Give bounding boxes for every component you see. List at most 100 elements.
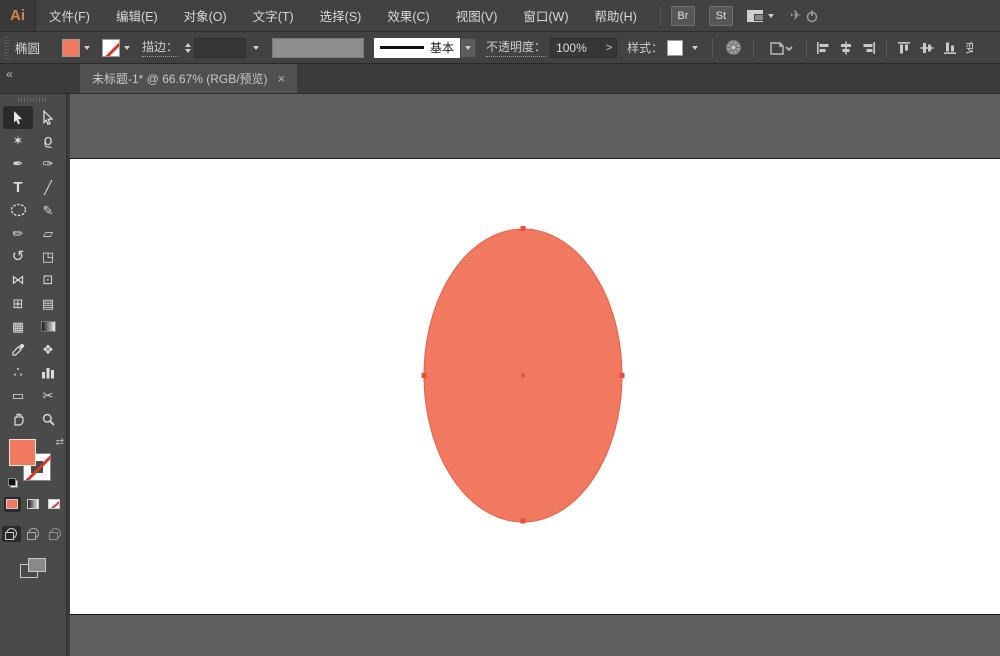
blob-brush-tool[interactable]: ✑ bbox=[33, 152, 63, 175]
menu-select[interactable]: 选择(S) bbox=[307, 0, 375, 31]
eraser-tool[interactable]: ▱ bbox=[33, 222, 63, 245]
stroke-style-preview[interactable]: 基本 bbox=[374, 38, 460, 58]
magic-wand-tool[interactable]: ✶ bbox=[3, 129, 33, 152]
transform-link-clipped[interactable]: 变换 bbox=[965, 39, 973, 56]
menu-edit[interactable]: 编辑(E) bbox=[103, 0, 171, 31]
symbol-sprayer-tool[interactable]: ∴ bbox=[3, 361, 33, 384]
column-graph-tool[interactable] bbox=[33, 361, 63, 384]
selection-tool[interactable] bbox=[3, 106, 33, 129]
perspective-grid-tool[interactable]: ▤ bbox=[33, 292, 63, 315]
stroke-none-swatch[interactable] bbox=[102, 39, 120, 57]
menu-help[interactable]: 帮助(H) bbox=[582, 0, 650, 31]
fill-swatch[interactable] bbox=[62, 39, 80, 57]
menu-file[interactable]: 文件(F) bbox=[36, 0, 103, 31]
graphic-style-dropdown[interactable] bbox=[687, 38, 703, 58]
draw-behind-button[interactable] bbox=[24, 526, 43, 542]
menu-window[interactable]: 窗口(W) bbox=[510, 0, 581, 31]
fill-indicator[interactable] bbox=[9, 439, 36, 466]
shape-builder-tool[interactable]: ⊞ bbox=[3, 292, 33, 315]
draw-normal-button[interactable] bbox=[2, 526, 21, 542]
direct-selection-tool[interactable] bbox=[33, 106, 63, 129]
stroke-weight-stepper[interactable] bbox=[185, 43, 191, 53]
lasso-tool[interactable]: ϱ bbox=[33, 129, 63, 152]
hand-tool[interactable] bbox=[3, 407, 33, 430]
blend-tool[interactable]: ❖ bbox=[33, 338, 63, 361]
menu-view[interactable]: 视图(V) bbox=[443, 0, 511, 31]
anchor-right[interactable] bbox=[620, 373, 625, 378]
graphic-style-swatch[interactable] bbox=[667, 40, 683, 56]
pencil-tool[interactable]: ✏ bbox=[3, 222, 33, 245]
divider bbox=[712, 38, 713, 58]
stroke-style-dropdown[interactable] bbox=[460, 38, 476, 58]
eyedropper-icon bbox=[12, 343, 25, 356]
pen-tool[interactable]: ✒ bbox=[3, 152, 33, 175]
power-icon[interactable] bbox=[805, 9, 819, 23]
gradient-swatch-icon bbox=[27, 499, 39, 509]
opacity-label[interactable]: 不透明度： bbox=[486, 38, 546, 57]
rotate-tool[interactable]: ↺ bbox=[3, 245, 33, 268]
hand-icon bbox=[11, 412, 25, 426]
artwork-layer bbox=[70, 94, 1000, 656]
width-tool[interactable]: ⋈ bbox=[3, 268, 33, 291]
recolor-artwork-button[interactable] bbox=[722, 37, 744, 59]
workspace-switcher[interactable] bbox=[747, 10, 774, 22]
stroke-weight-label[interactable]: 描边： bbox=[142, 38, 178, 57]
align-right-icon[interactable] bbox=[862, 41, 876, 55]
change-screen-mode-button[interactable] bbox=[20, 558, 46, 578]
fill-color-control[interactable] bbox=[62, 39, 96, 57]
stroke-weight-dropdown[interactable] bbox=[248, 38, 264, 58]
center-point-marker[interactable] bbox=[521, 374, 525, 378]
align-left-icon[interactable] bbox=[816, 41, 830, 55]
anchor-bottom[interactable] bbox=[521, 519, 526, 524]
menu-effect[interactable]: 效果(C) bbox=[374, 0, 442, 31]
ellipse-tool[interactable] bbox=[3, 199, 33, 222]
isolate-object-button[interactable] bbox=[763, 37, 797, 59]
gradient-tool[interactable] bbox=[33, 315, 63, 338]
app-logo[interactable]: Ai bbox=[0, 0, 36, 31]
align-bottom-icon[interactable] bbox=[943, 41, 957, 55]
gradient-mode-button[interactable] bbox=[25, 497, 42, 512]
opacity-expand-button[interactable]: > bbox=[602, 38, 617, 58]
draw-inside-button[interactable] bbox=[46, 526, 65, 542]
stroke-weight-input[interactable] bbox=[194, 38, 246, 58]
chevron-down-icon[interactable] bbox=[124, 46, 130, 50]
chevron-down-icon[interactable] bbox=[84, 46, 90, 50]
eyedropper-tool[interactable] bbox=[3, 338, 33, 361]
zoom-tool[interactable] bbox=[33, 407, 63, 430]
type-tool[interactable]: T bbox=[3, 176, 33, 199]
default-fill-stroke-icon[interactable] bbox=[8, 478, 18, 488]
dock-collapse-button[interactable]: « bbox=[0, 64, 70, 93]
paintbrush-tool[interactable]: ✎ bbox=[33, 199, 63, 222]
anchor-top[interactable] bbox=[521, 226, 526, 231]
bridge-button[interactable]: Br bbox=[671, 6, 695, 26]
scale-tool[interactable]: ◳ bbox=[33, 245, 63, 268]
menu-type[interactable]: 文字(T) bbox=[240, 0, 307, 31]
none-mode-button[interactable] bbox=[46, 497, 63, 512]
panel-grip[interactable] bbox=[4, 37, 9, 59]
color-swatch-icon bbox=[6, 499, 18, 509]
mesh-tool[interactable]: ▦ bbox=[3, 315, 33, 338]
panel-drag-handle[interactable] bbox=[18, 97, 48, 102]
color-mode-button[interactable] bbox=[4, 497, 21, 512]
opacity-input[interactable]: 100% bbox=[550, 38, 602, 58]
align-vertical-center-icon[interactable] bbox=[920, 41, 934, 55]
document-tab[interactable]: 未标题-1* @ 66.67% (RGB/预览) × bbox=[80, 64, 297, 93]
menu-object[interactable]: 对象(O) bbox=[171, 0, 240, 31]
stroke-color-control[interactable] bbox=[102, 39, 136, 57]
stock-button[interactable]: St bbox=[709, 6, 733, 26]
divider bbox=[753, 38, 754, 58]
send-plane-icon[interactable]: ✈ bbox=[790, 7, 802, 24]
anchor-left[interactable] bbox=[422, 373, 427, 378]
align-horizontal-center-icon[interactable] bbox=[839, 41, 853, 55]
canvas-area[interactable] bbox=[70, 94, 1000, 656]
chevron-down-icon bbox=[353, 46, 359, 50]
align-top-icon[interactable] bbox=[897, 41, 911, 55]
brush-definition-dropdown[interactable] bbox=[272, 38, 364, 58]
line-segment-tool[interactable]: ╱ bbox=[33, 176, 63, 199]
swap-fill-stroke-icon[interactable]: ⇄ bbox=[56, 437, 64, 448]
free-transform-tool[interactable]: ⊡ bbox=[33, 268, 63, 291]
divider bbox=[660, 7, 661, 25]
artboard-tool[interactable]: ▭ bbox=[3, 384, 33, 407]
close-icon[interactable]: × bbox=[278, 71, 286, 86]
slice-tool[interactable]: ✂ bbox=[33, 384, 63, 407]
